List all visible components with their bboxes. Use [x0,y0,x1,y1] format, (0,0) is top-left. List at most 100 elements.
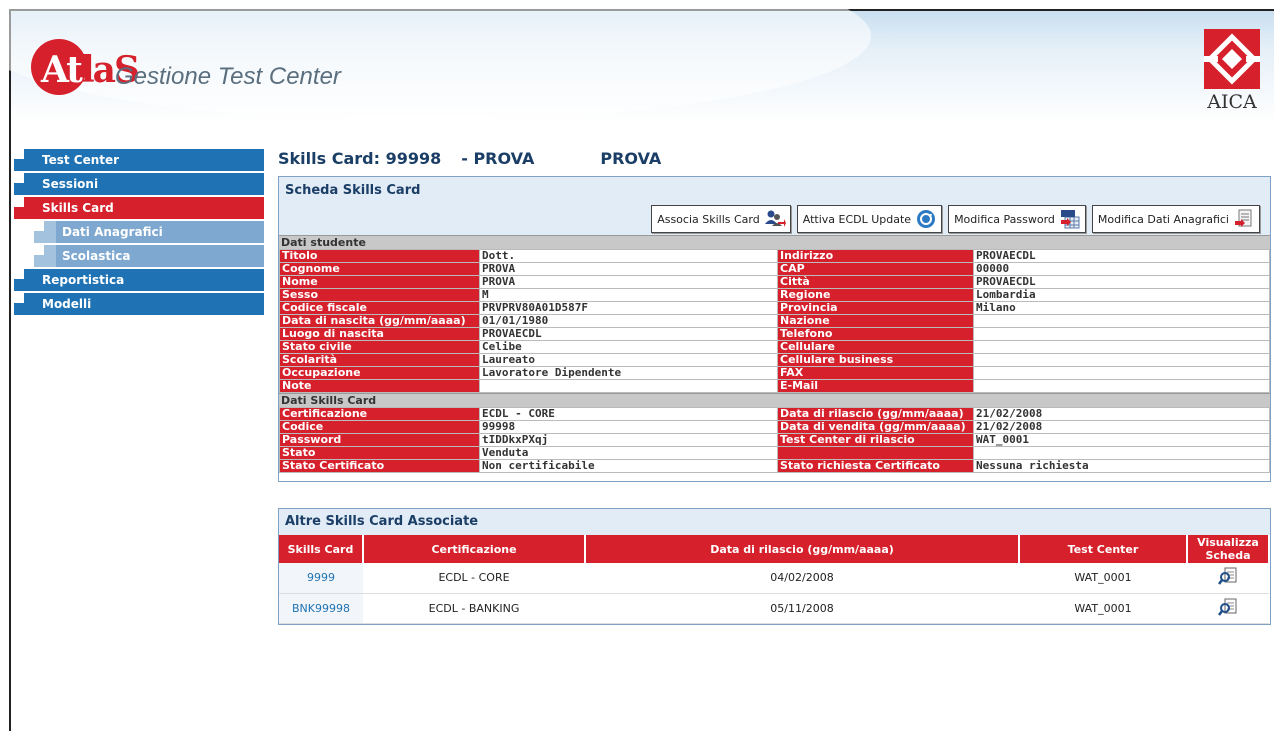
field-value: PROVAECDL [479,327,778,341]
field-label: Stato Certificato [279,459,480,473]
field-label: Sesso [279,288,480,302]
associa-skills-card-button[interactable]: Associa Skills Card [651,205,791,233]
sidebar-item-scolastica[interactable]: Scolastica [34,245,264,267]
field-label: Indirizzo [777,249,974,263]
detail-row: Codice fiscale PRVPRV80A01D587F Provincia M… [279,301,1270,315]
nav-square-icon [14,173,36,195]
nav-square-icon [34,221,56,243]
field-label: Cellulare business [777,353,974,367]
nav-square-icon [14,197,36,219]
field-value: Milano [973,301,1270,315]
col-visualizza-scheda: Visualizza Scheda [1187,535,1270,563]
sidebar-item-test-center[interactable]: Test Center [14,149,264,171]
field-label: Stato richiesta Certificato [777,459,974,473]
field-value: Dott. [479,249,778,263]
sidebar-item-skills-card[interactable]: Skills Card [14,197,264,219]
field-value: Venduta [479,446,778,460]
field-value [973,314,1270,328]
col-data-rilascio[interactable]: Data di rilascio (gg/mm/aaaa) [585,535,1020,563]
detail-row: Luogo di nascita PROVAECDL Telefono [279,327,1270,341]
col-certificazione[interactable]: Certificazione [363,535,586,563]
field-value: M [479,288,778,302]
sidebar-item-sessioni[interactable]: Sessioni [14,173,264,195]
data-rilascio-cell: 05/11/2008 [585,593,1019,624]
skills-card-link[interactable]: BNK99998 [279,593,363,624]
test-center-cell: WAT_0001 [1019,563,1187,594]
main-content: Skills Card: 99998 - PROVA PROVA Scheda … [278,144,1271,625]
sidebar-item-label: Skills Card [42,201,114,215]
modifica-password-button[interactable]: Modifica Password [948,205,1086,233]
page-title-name: - PROVA [461,148,535,168]
detail-row: Stato civile Celibe Cellulare [279,340,1270,354]
field-value: 99998 [479,420,778,434]
table-row: 9999 ECDL - CORE 04/02/2008 WAT_0001 [279,563,1269,594]
view-details-icon[interactable] [1218,566,1238,586]
field-value: 00000 [973,262,1270,276]
card-table: Certificazione ECDL - CORE Data di rilasci… [279,407,1270,473]
detail-row: Titolo Dott. Indirizzo PROVAECDL [279,249,1270,263]
attiva-ecdl-update-button[interactable]: Attiva ECDL Update [796,205,943,233]
field-value: Celibe [479,340,778,354]
page-title-surname: PROVA [600,148,662,168]
detail-row: Scolarità Laureato Cellulare business [279,353,1270,367]
scheda-panel: Scheda Skills Card Associa Skills Card A… [278,176,1271,482]
aica-logo: AICA [1204,29,1260,113]
field-value [479,379,778,393]
field-label: Titolo [279,249,480,263]
skills-card-link[interactable]: 9999 [279,563,363,594]
modifica-dati-anagrafici-button[interactable]: Modifica Dati Anagrafici [1091,205,1260,233]
view-details-icon[interactable] [1218,597,1238,617]
field-label: CAP [777,262,974,276]
sidebar-item-reportistica[interactable]: Reportistica [14,269,264,291]
detail-row: Sesso M Regione Lombardia [279,288,1270,302]
sidebar-item-label: Sessioni [42,177,99,191]
col-test-center[interactable]: Test Center [1019,535,1188,563]
field-value: PROVA [479,262,778,276]
password-button-label: Modifica Password [954,212,1055,226]
field-label: Luogo di nascita [279,327,480,341]
scheda-toolbar: Associa Skills Card Attiva ECDL Update M… [651,205,1260,233]
aica-text: AICA [1207,91,1257,113]
certificazione-cell: ECDL - BANKING [363,593,585,624]
page-title-card: Skills Card: 99998 [278,148,442,168]
field-value: Nessuna richiesta [973,459,1270,473]
field-value [973,327,1270,341]
sidebar-item-dati-anagrafici[interactable]: Dati Anagrafici [34,221,264,243]
nav-square-icon [14,269,36,291]
detail-row: Stato Venduta [279,446,1270,460]
sidebar-item-label: Reportistica [42,273,125,287]
detail-row: Occupazione Lavoratore Dipendente FAX [279,366,1270,380]
field-value: 01/01/1980 [479,314,778,328]
certificazione-cell: ECDL - CORE [363,563,585,594]
anagrafici-button-label: Modifica Dati Anagrafici [1097,212,1229,226]
sidebar-item-label: Modelli [42,297,92,311]
header: AtlaS Gestione Test Center AICA [0,0,1274,123]
data-rilascio-cell: 04/02/2008 [585,563,1019,594]
visualizza-cell [1187,593,1269,624]
field-value [973,340,1270,354]
scheda-title: Scheda Skills Card [285,183,421,198]
sidebar-item-modelli[interactable]: Modelli [14,293,264,315]
refresh-icon [915,208,937,230]
field-label: Provincia [777,301,974,315]
attiva-button-label: Attiva ECDL Update [802,212,912,226]
field-label: Test Center di rilascio [777,433,974,447]
logo-tail: la [80,49,116,91]
associate-panel: Altre Skills Card Associate Skills Card … [278,508,1271,625]
field-label: Nome [279,275,480,289]
dati-skills-card-header: Dati Skills Card [279,393,1270,407]
field-label: Data di nascita (gg/mm/aaaa) [279,314,480,328]
nav-square-icon [14,149,36,171]
field-value: PROVA [479,275,778,289]
associate-table: Skills Card Certificazione Data di rilas… [279,535,1270,624]
app-title: Gestione Test Center [115,63,341,90]
table-row: BNK99998 ECDL - BANKING 05/11/2008 WAT_0001 [279,593,1269,624]
field-label: FAX [777,366,974,380]
field-value: 21/02/2008 [973,420,1270,434]
field-label: Note [279,379,480,393]
field-value: Non certificabile [479,459,778,473]
field-label [777,446,974,460]
col-skills-card[interactable]: Skills Card [279,535,364,563]
field-value: ECDL - CORE [479,407,778,421]
field-label: Scolarità [279,353,480,367]
